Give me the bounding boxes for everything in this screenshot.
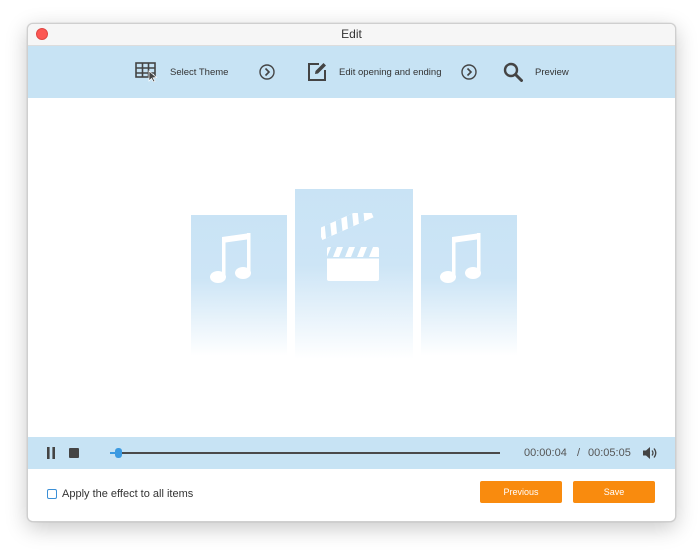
audio-card-left [191, 215, 287, 356]
volume-icon[interactable] [642, 446, 658, 460]
step-preview[interactable]: Preview [503, 46, 569, 98]
step-label: Select Theme [170, 66, 229, 78]
search-icon [503, 62, 523, 82]
clapperboard-icon [321, 213, 379, 281]
edit-icon [308, 63, 326, 81]
select-theme-icon [135, 62, 158, 82]
time-separator: / [577, 447, 581, 459]
apply-all-checkbox[interactable] [47, 489, 57, 499]
music-note-icon [210, 233, 251, 283]
window-title: Edit [341, 27, 362, 41]
current-time: 00:00:04 [524, 447, 567, 459]
edit-window: Edit Select Theme Edit opening and endin… [27, 23, 676, 522]
step-select-theme[interactable]: Select Theme [135, 46, 228, 98]
apply-all-option[interactable]: Apply the effect to all items [47, 488, 193, 500]
stop-button[interactable] [69, 448, 79, 458]
footer-bar: Apply the effect to all items Previous S… [28, 469, 675, 521]
playback-bar: 00:00:04 / 00:05:05 [28, 437, 675, 469]
pause-button[interactable] [46, 447, 56, 459]
progress-thumb[interactable] [114, 448, 122, 458]
apply-all-label: Apply the effect to all items [62, 488, 194, 500]
close-button[interactable] [36, 28, 48, 40]
save-button[interactable]: Save [573, 481, 655, 503]
progress-slider[interactable] [110, 447, 500, 459]
video-card-center [295, 189, 413, 359]
audio-card-right [421, 215, 517, 356]
total-time: 00:05:05 [588, 447, 631, 459]
chevron-right-icon [461, 64, 477, 80]
progress-track [110, 452, 500, 454]
previous-button[interactable]: Previous [480, 481, 562, 503]
step-label: Edit opening and ending [339, 66, 442, 78]
music-note-icon [440, 233, 481, 283]
step-edit-opening-ending[interactable]: Edit opening and ending [307, 46, 441, 98]
step-bar: Select Theme Edit opening and ending Pre… [28, 46, 675, 98]
chevron-right-icon [259, 64, 275, 80]
step-label: Preview [535, 66, 569, 78]
preview-area [28, 98, 675, 437]
title-bar: Edit [28, 24, 675, 46]
